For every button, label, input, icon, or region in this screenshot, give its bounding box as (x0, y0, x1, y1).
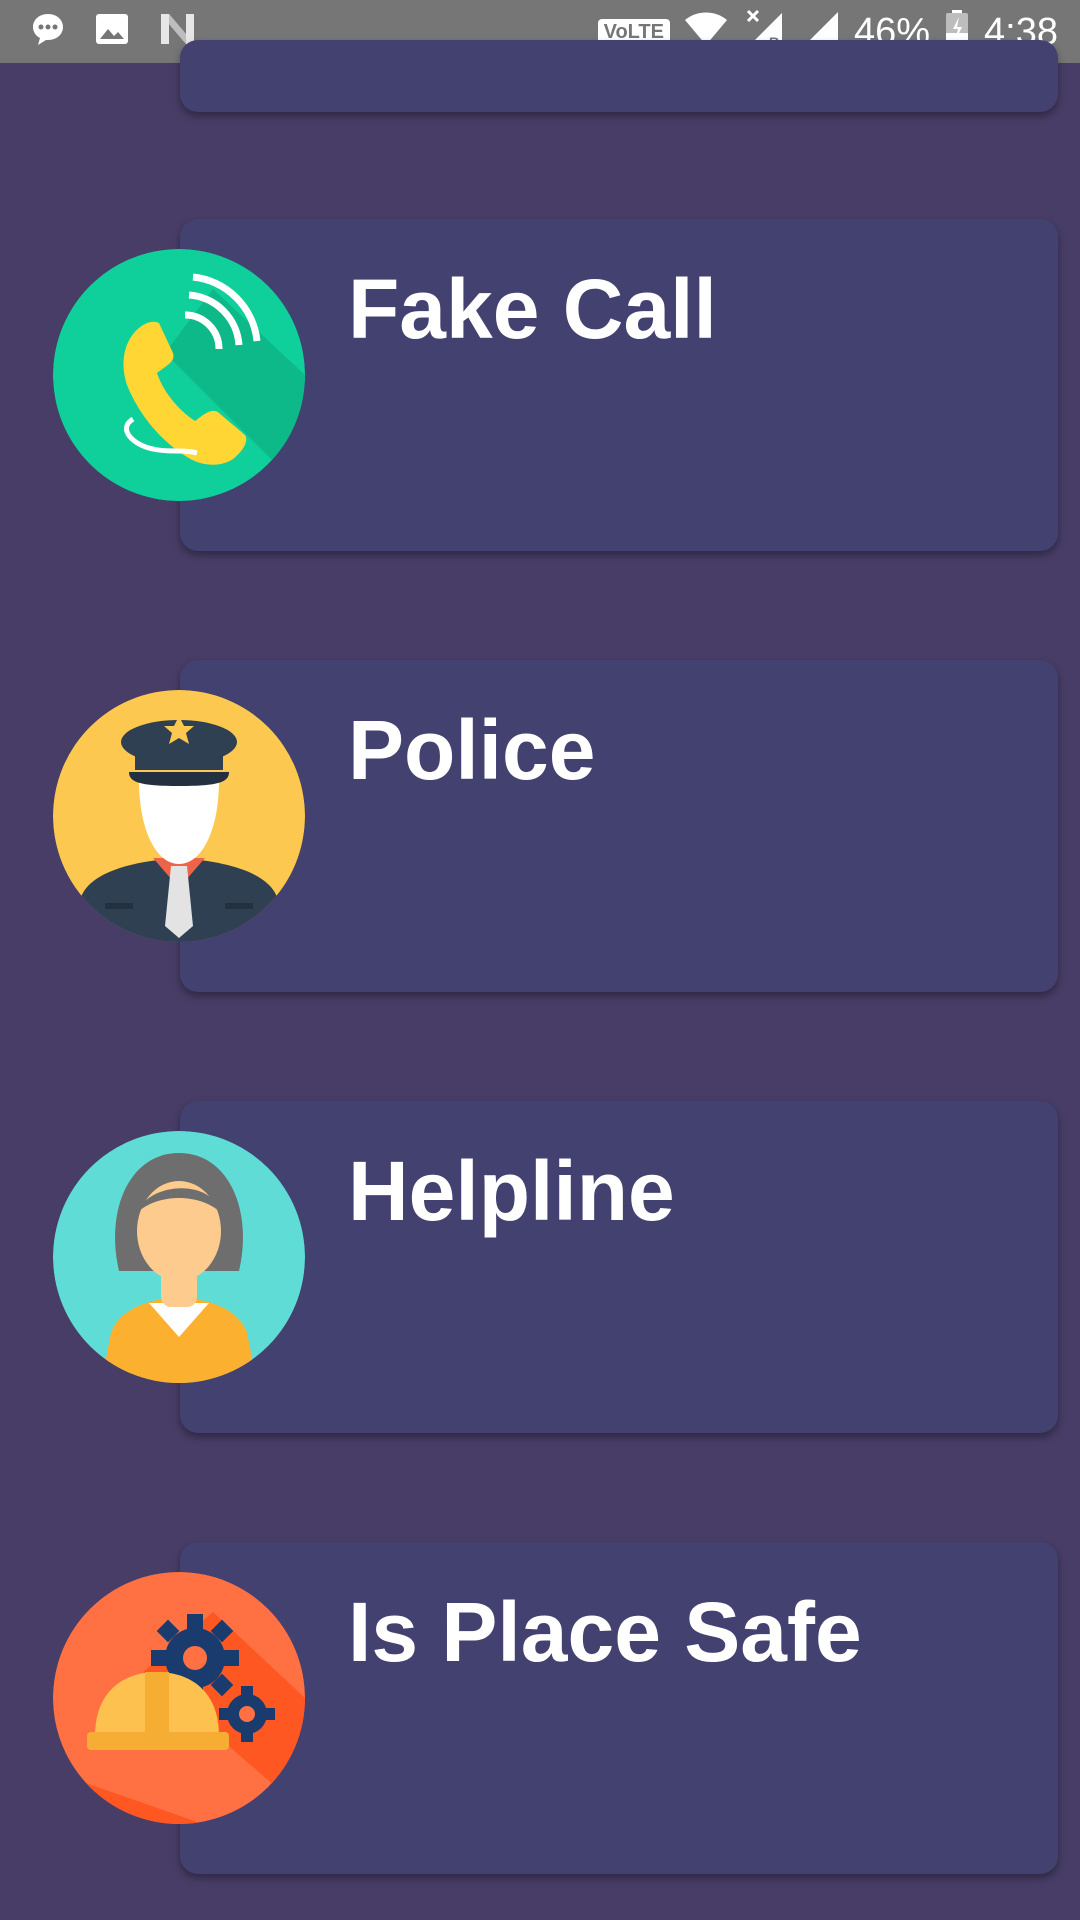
menu-card-police[interactable]: Police (180, 660, 1058, 992)
menu-card-fake-call[interactable]: Fake Call (180, 219, 1058, 551)
message-icon (30, 11, 66, 52)
card-title: Helpline (348, 1144, 675, 1238)
card-title: Fake Call (348, 262, 717, 356)
card-title: Police (348, 703, 596, 797)
image-icon (94, 11, 130, 52)
police-officer-icon[interactable] (53, 690, 305, 942)
card-title: Is Place Safe (348, 1585, 862, 1679)
phone-call-icon[interactable] (53, 249, 305, 501)
menu-card-is-place-safe[interactable]: Is Place Safe (180, 1542, 1058, 1874)
menu-card-partial[interactable] (180, 40, 1058, 112)
woman-helpline-icon[interactable] (53, 1131, 305, 1383)
menu-card-helpline[interactable]: Helpline (180, 1101, 1058, 1433)
hard-hat-gears-icon[interactable] (53, 1572, 305, 1824)
